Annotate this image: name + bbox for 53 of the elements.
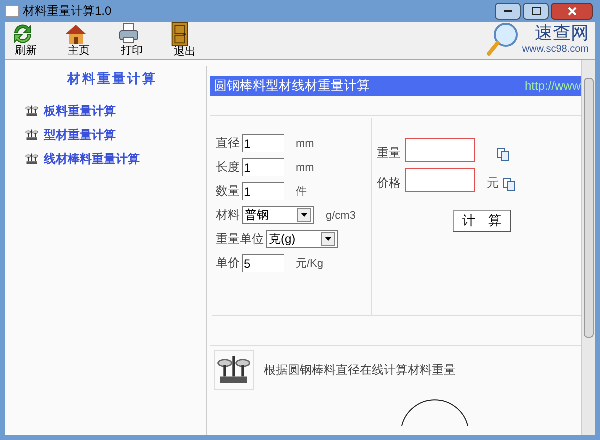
- house-icon: [64, 22, 88, 46]
- field-label: 直径: [216, 135, 240, 152]
- toolbar-button[interactable]: 打印: [117, 22, 170, 58]
- logo-name: 速查网: [535, 22, 589, 44]
- sidebar-title: 材料重量计算: [66, 70, 158, 88]
- scale-icon: [25, 104, 39, 118]
- field-label: 价格: [377, 175, 401, 192]
- maximize-button[interactable]: [523, 2, 549, 20]
- unit-label: 件: [296, 184, 307, 200]
- sidebar-link[interactable]: 型材重量计算: [25, 126, 206, 144]
- scrollbar[interactable]: [581, 60, 595, 435]
- toolbar-button[interactable]: 退出: [170, 22, 223, 58]
- field-label: 重量单位: [216, 231, 264, 248]
- unit-label: 元: [487, 175, 499, 192]
- dropdown[interactable]: 克(g): [266, 230, 338, 248]
- unit-label: mm: [296, 136, 314, 152]
- maximize-icon: [532, 7, 540, 15]
- field-label: 长度: [216, 159, 240, 176]
- close-icon: [568, 6, 576, 16]
- field-label: 数量: [216, 183, 240, 200]
- close-button[interactable]: [551, 2, 593, 20]
- app-icon: [5, 5, 19, 17]
- sidebar-link[interactable]: 线材棒料重量计算: [25, 150, 206, 168]
- unit-label: 元/Kg: [296, 256, 324, 272]
- scale-icon: [25, 128, 39, 142]
- copy-icon[interactable]: [497, 148, 510, 162]
- sidebar-link[interactable]: 板料重量计算: [25, 102, 206, 120]
- printer-icon: [117, 22, 141, 46]
- input-field[interactable]: 1: [242, 182, 284, 200]
- minimize-button[interactable]: [495, 2, 521, 20]
- unit-label: g/cm3: [326, 208, 356, 224]
- field-label: 重量: [377, 145, 401, 162]
- description-text: 根据圆钢棒料直径在线计算材料重量: [264, 362, 456, 379]
- scale-icon: [25, 152, 39, 166]
- input-field[interactable]: 5: [242, 254, 284, 272]
- calculate-button[interactable]: 计 算: [453, 210, 511, 232]
- result-field[interactable]: [405, 138, 475, 162]
- unit-label: mm: [296, 160, 314, 176]
- window-title: 材料重量计算1.0: [23, 3, 112, 20]
- field-label: 材料: [216, 207, 240, 224]
- door-icon: [170, 22, 190, 47]
- dropdown[interactable]: 普钢: [242, 206, 314, 224]
- field-label: 单价: [216, 255, 240, 272]
- input-field[interactable]: 1: [242, 158, 284, 176]
- magnifier-icon: [486, 22, 520, 58]
- minimize-icon: [504, 10, 512, 12]
- logo-url: www.sc98.com: [522, 44, 589, 56]
- result-field[interactable]: [405, 168, 475, 192]
- toolbar-button[interactable]: 刷新: [11, 22, 64, 58]
- page-heading: 圆钢棒料型材线材重量计算: [214, 77, 370, 96]
- toolbar-button[interactable]: 主页: [64, 22, 117, 58]
- input-field[interactable]: 1: [242, 134, 284, 152]
- copy-icon[interactable]: [503, 178, 516, 192]
